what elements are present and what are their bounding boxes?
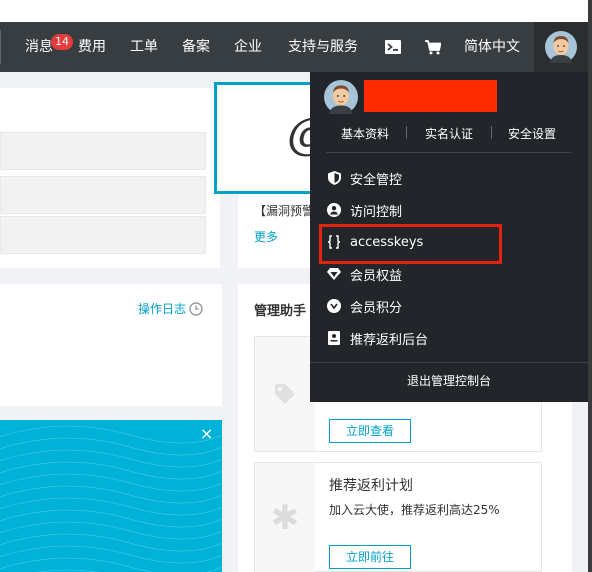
dropdown-divider [310, 362, 588, 363]
accesskeys-highlight-box [319, 224, 502, 264]
helper-card-thumb [255, 337, 315, 451]
window-scrollbar[interactable] [588, 0, 592, 572]
view-now-button[interactable]: 立即查看 [329, 419, 411, 443]
points-icon [326, 298, 342, 314]
logout-link[interactable]: 退出管理控制台 [310, 372, 588, 389]
promo-close-icon[interactable]: × [200, 424, 213, 443]
account-dropdown: 基本资料 实名认证 安全设置 安全管控 访问控制 accesskeys 会员权益… [310, 72, 588, 402]
tag-icon [275, 384, 295, 404]
referral-title: 推荐返利计划 [329, 478, 413, 494]
nav-tickets[interactable]: 工单 [130, 22, 158, 72]
menu-item-access-control[interactable]: 访问控制 [326, 200, 402, 220]
promo-banner[interactable]: × [0, 420, 222, 572]
nav-billing[interactable]: 费用 [78, 22, 106, 72]
go-now-button[interactable]: 立即前往 [329, 545, 411, 569]
console-screen: 消息 14 费用 工单 备案 企业 支持与服务 简体中文 @ 【漏洞预警 更多 … [0, 0, 588, 572]
activity-card: 操作日志 [0, 284, 222, 406]
dropdown-divider [326, 152, 572, 153]
menu-item-label: 推荐返利后台 [350, 332, 429, 348]
clock-icon [189, 301, 203, 316]
overview-row [0, 132, 206, 170]
top-navbar: 消息 14 费用 工单 备案 企业 支持与服务 简体中文 [0, 22, 588, 72]
activity-log-link[interactable]: 操作日志 [138, 300, 203, 317]
nav-enterprise[interactable]: 企业 [234, 22, 262, 72]
messages-count-badge: 14 [51, 34, 73, 50]
referral-desc: 加入云大使，推荐返利高达25% [329, 503, 500, 517]
menu-item-member-points[interactable]: 会员积分 [326, 296, 402, 316]
basic-info-link[interactable]: 基本资料 [341, 125, 389, 142]
overview-row [0, 216, 206, 254]
menu-item-label: 会员积分 [350, 300, 403, 316]
security-settings-link[interactable]: 安全设置 [508, 125, 556, 142]
helper-card-referral: ✱ 推荐返利计划 加入云大使，推荐返利高达25% 立即前往 [254, 462, 542, 572]
overview-card [0, 88, 220, 268]
overview-row [0, 176, 206, 214]
document-icon [326, 330, 342, 346]
menu-item-security-control[interactable]: 安全管控 [326, 168, 402, 188]
notice-more-link[interactable]: 更多 [254, 228, 278, 245]
cart-icon[interactable] [422, 22, 444, 72]
promo-wave-pattern [0, 425, 222, 572]
menu-item-label: 会员权益 [350, 268, 403, 284]
nav-messages-label: 消息 [25, 39, 53, 55]
nav-language[interactable]: 简体中文 [464, 22, 520, 72]
dropdown-avatar [324, 80, 358, 114]
username-redacted [364, 80, 497, 112]
terminal-icon[interactable] [382, 22, 404, 72]
nav-support[interactable]: 支持与服务 [288, 22, 358, 72]
menu-item-label: 访问控制 [350, 204, 403, 220]
avatar[interactable] [534, 22, 588, 72]
activity-log-label: 操作日志 [138, 302, 187, 316]
menu-item-label: 安全管控 [350, 172, 403, 188]
browser-top-strip [0, 0, 588, 22]
realname-auth-link[interactable]: 实名认证 [425, 125, 473, 142]
menu-item-referral-admin[interactable]: 推荐返利后台 [326, 328, 428, 348]
notice-banner[interactable]: @ [214, 82, 331, 194]
diamond-icon [326, 266, 342, 282]
helper-card-thumb: ✱ [255, 463, 315, 572]
asterisk-icon: ✱ [270, 498, 300, 538]
nav-divider [0, 30, 1, 64]
user-circle-icon [326, 202, 342, 218]
menu-item-member-benefits[interactable]: 会员权益 [326, 264, 402, 284]
notice-text[interactable]: 【漏洞预警 [254, 202, 314, 219]
nav-messages[interactable]: 消息 [25, 22, 53, 72]
helper-title: 管理助手 [254, 304, 307, 319]
nav-filing[interactable]: 备案 [182, 22, 210, 72]
link-separator [491, 126, 492, 139]
link-separator [406, 126, 407, 139]
shield-icon [326, 170, 342, 186]
avatar-icon [545, 31, 577, 63]
